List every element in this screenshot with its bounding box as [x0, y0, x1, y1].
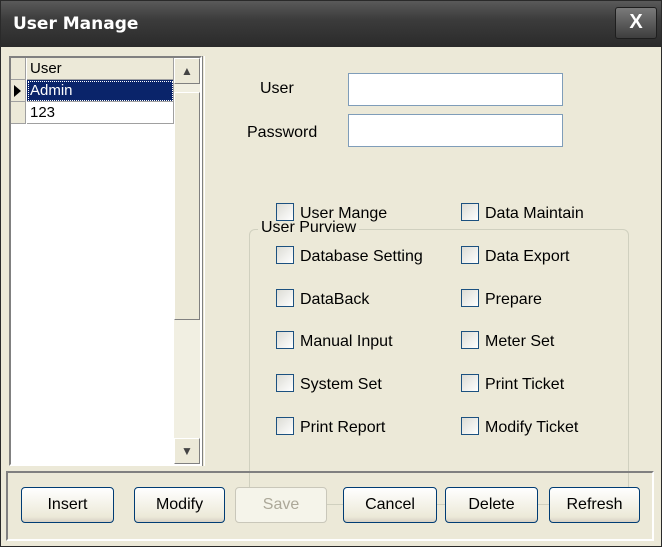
checkbox-icon[interactable]	[461, 289, 479, 308]
checkbox-icon[interactable]	[276, 289, 294, 308]
triangle-right-icon	[14, 85, 21, 97]
user-list-grid[interactable]: User Admin 123 ▲ ▼	[9, 56, 202, 466]
arrow-down-icon: ▼	[181, 444, 193, 458]
user-input[interactable]	[348, 73, 563, 106]
checkbox-icon[interactable]	[461, 331, 479, 350]
checkbox-icon[interactable]	[276, 417, 294, 436]
refresh-button[interactable]: Refresh	[549, 487, 640, 523]
checkbox-print-ticket[interactable]: Print Ticket	[461, 373, 564, 397]
close-icon: X	[629, 11, 643, 33]
checkbox-icon[interactable]	[461, 203, 479, 222]
button-bar: Insert Modify Save Cancel Delete Refresh	[6, 471, 654, 541]
checkbox-icon[interactable]	[276, 203, 294, 222]
column-header-user[interactable]: User	[27, 58, 174, 80]
checkbox-label: Print Ticket	[485, 376, 565, 393]
checkbox-label: Modify Ticket	[485, 419, 579, 436]
delete-button[interactable]: Delete	[445, 487, 538, 523]
scroll-down-button[interactable]: ▼	[174, 438, 200, 464]
panel-divider[interactable]	[202, 56, 205, 466]
checkbox-label: DataBack	[300, 291, 370, 308]
checkbox-system-set[interactable]: System Set	[276, 373, 382, 397]
user-manage-window: User Manage X User Admin 123 ▲ ▼ User Pa…	[0, 0, 662, 547]
password-input[interactable]	[348, 114, 563, 147]
vertical-scrollbar[interactable]: ▲ ▼	[174, 58, 200, 464]
save-button: Save	[235, 487, 327, 523]
row-indicator[interactable]	[11, 80, 26, 102]
checkbox-label: User Mange	[300, 205, 388, 222]
checkbox-icon[interactable]	[461, 374, 479, 393]
checkbox-label: Print Report	[300, 419, 386, 436]
checkbox-prepare[interactable]: Prepare	[461, 288, 542, 312]
checkbox-label: Prepare	[485, 291, 542, 308]
close-button[interactable]: X	[615, 7, 657, 39]
scroll-up-button[interactable]: ▲	[174, 58, 200, 84]
checkbox-label: Manual Input	[300, 333, 393, 350]
checkbox-icon[interactable]	[461, 417, 479, 436]
grid-area: User Admin 123	[11, 58, 174, 464]
password-label: Password	[247, 124, 318, 141]
modify-button[interactable]: Modify	[134, 487, 225, 523]
header-indicator-cell	[11, 58, 26, 80]
window-title: User Manage	[13, 14, 139, 34]
checkbox-label: Database Setting	[300, 248, 423, 265]
checkbox-label: Data Export	[485, 248, 570, 265]
checkbox-icon[interactable]	[461, 246, 479, 265]
arrow-up-icon: ▲	[181, 64, 193, 78]
checkbox-icon[interactable]	[276, 374, 294, 393]
insert-button[interactable]: Insert	[21, 487, 114, 523]
checkbox-icon[interactable]	[276, 246, 294, 265]
title-bar[interactable]: User Manage X	[1, 1, 661, 47]
checkbox-manual-input[interactable]: Manual Input	[276, 330, 393, 354]
checkbox-user-mange[interactable]: User Mange	[276, 202, 387, 226]
row-indicator[interactable]	[11, 102, 26, 124]
checkbox-print-report[interactable]: Print Report	[276, 416, 385, 440]
checkbox-icon[interactable]	[276, 331, 294, 350]
checkbox-database-setting[interactable]: Database Setting	[276, 245, 423, 269]
checkbox-label: System Set	[300, 376, 382, 393]
cancel-button[interactable]: Cancel	[343, 487, 437, 523]
table-row-cell-123[interactable]: 123	[27, 102, 174, 124]
table-row-cell-admin[interactable]: Admin	[27, 80, 174, 102]
checkbox-databack[interactable]: DataBack	[276, 288, 369, 312]
checkbox-data-maintain[interactable]: Data Maintain	[461, 202, 584, 226]
checkbox-modify-ticket[interactable]: Modify Ticket	[461, 416, 578, 440]
checkbox-meter-set[interactable]: Meter Set	[461, 330, 554, 354]
user-label: User	[260, 80, 294, 97]
scroll-thumb[interactable]	[174, 92, 200, 320]
window-body: User Admin 123 ▲ ▼ User Password User Pu…	[4, 47, 660, 505]
user-purview-group	[249, 229, 629, 505]
checkbox-data-export[interactable]: Data Export	[461, 245, 569, 269]
checkbox-label: Meter Set	[485, 333, 555, 350]
checkbox-label: Data Maintain	[485, 205, 584, 222]
